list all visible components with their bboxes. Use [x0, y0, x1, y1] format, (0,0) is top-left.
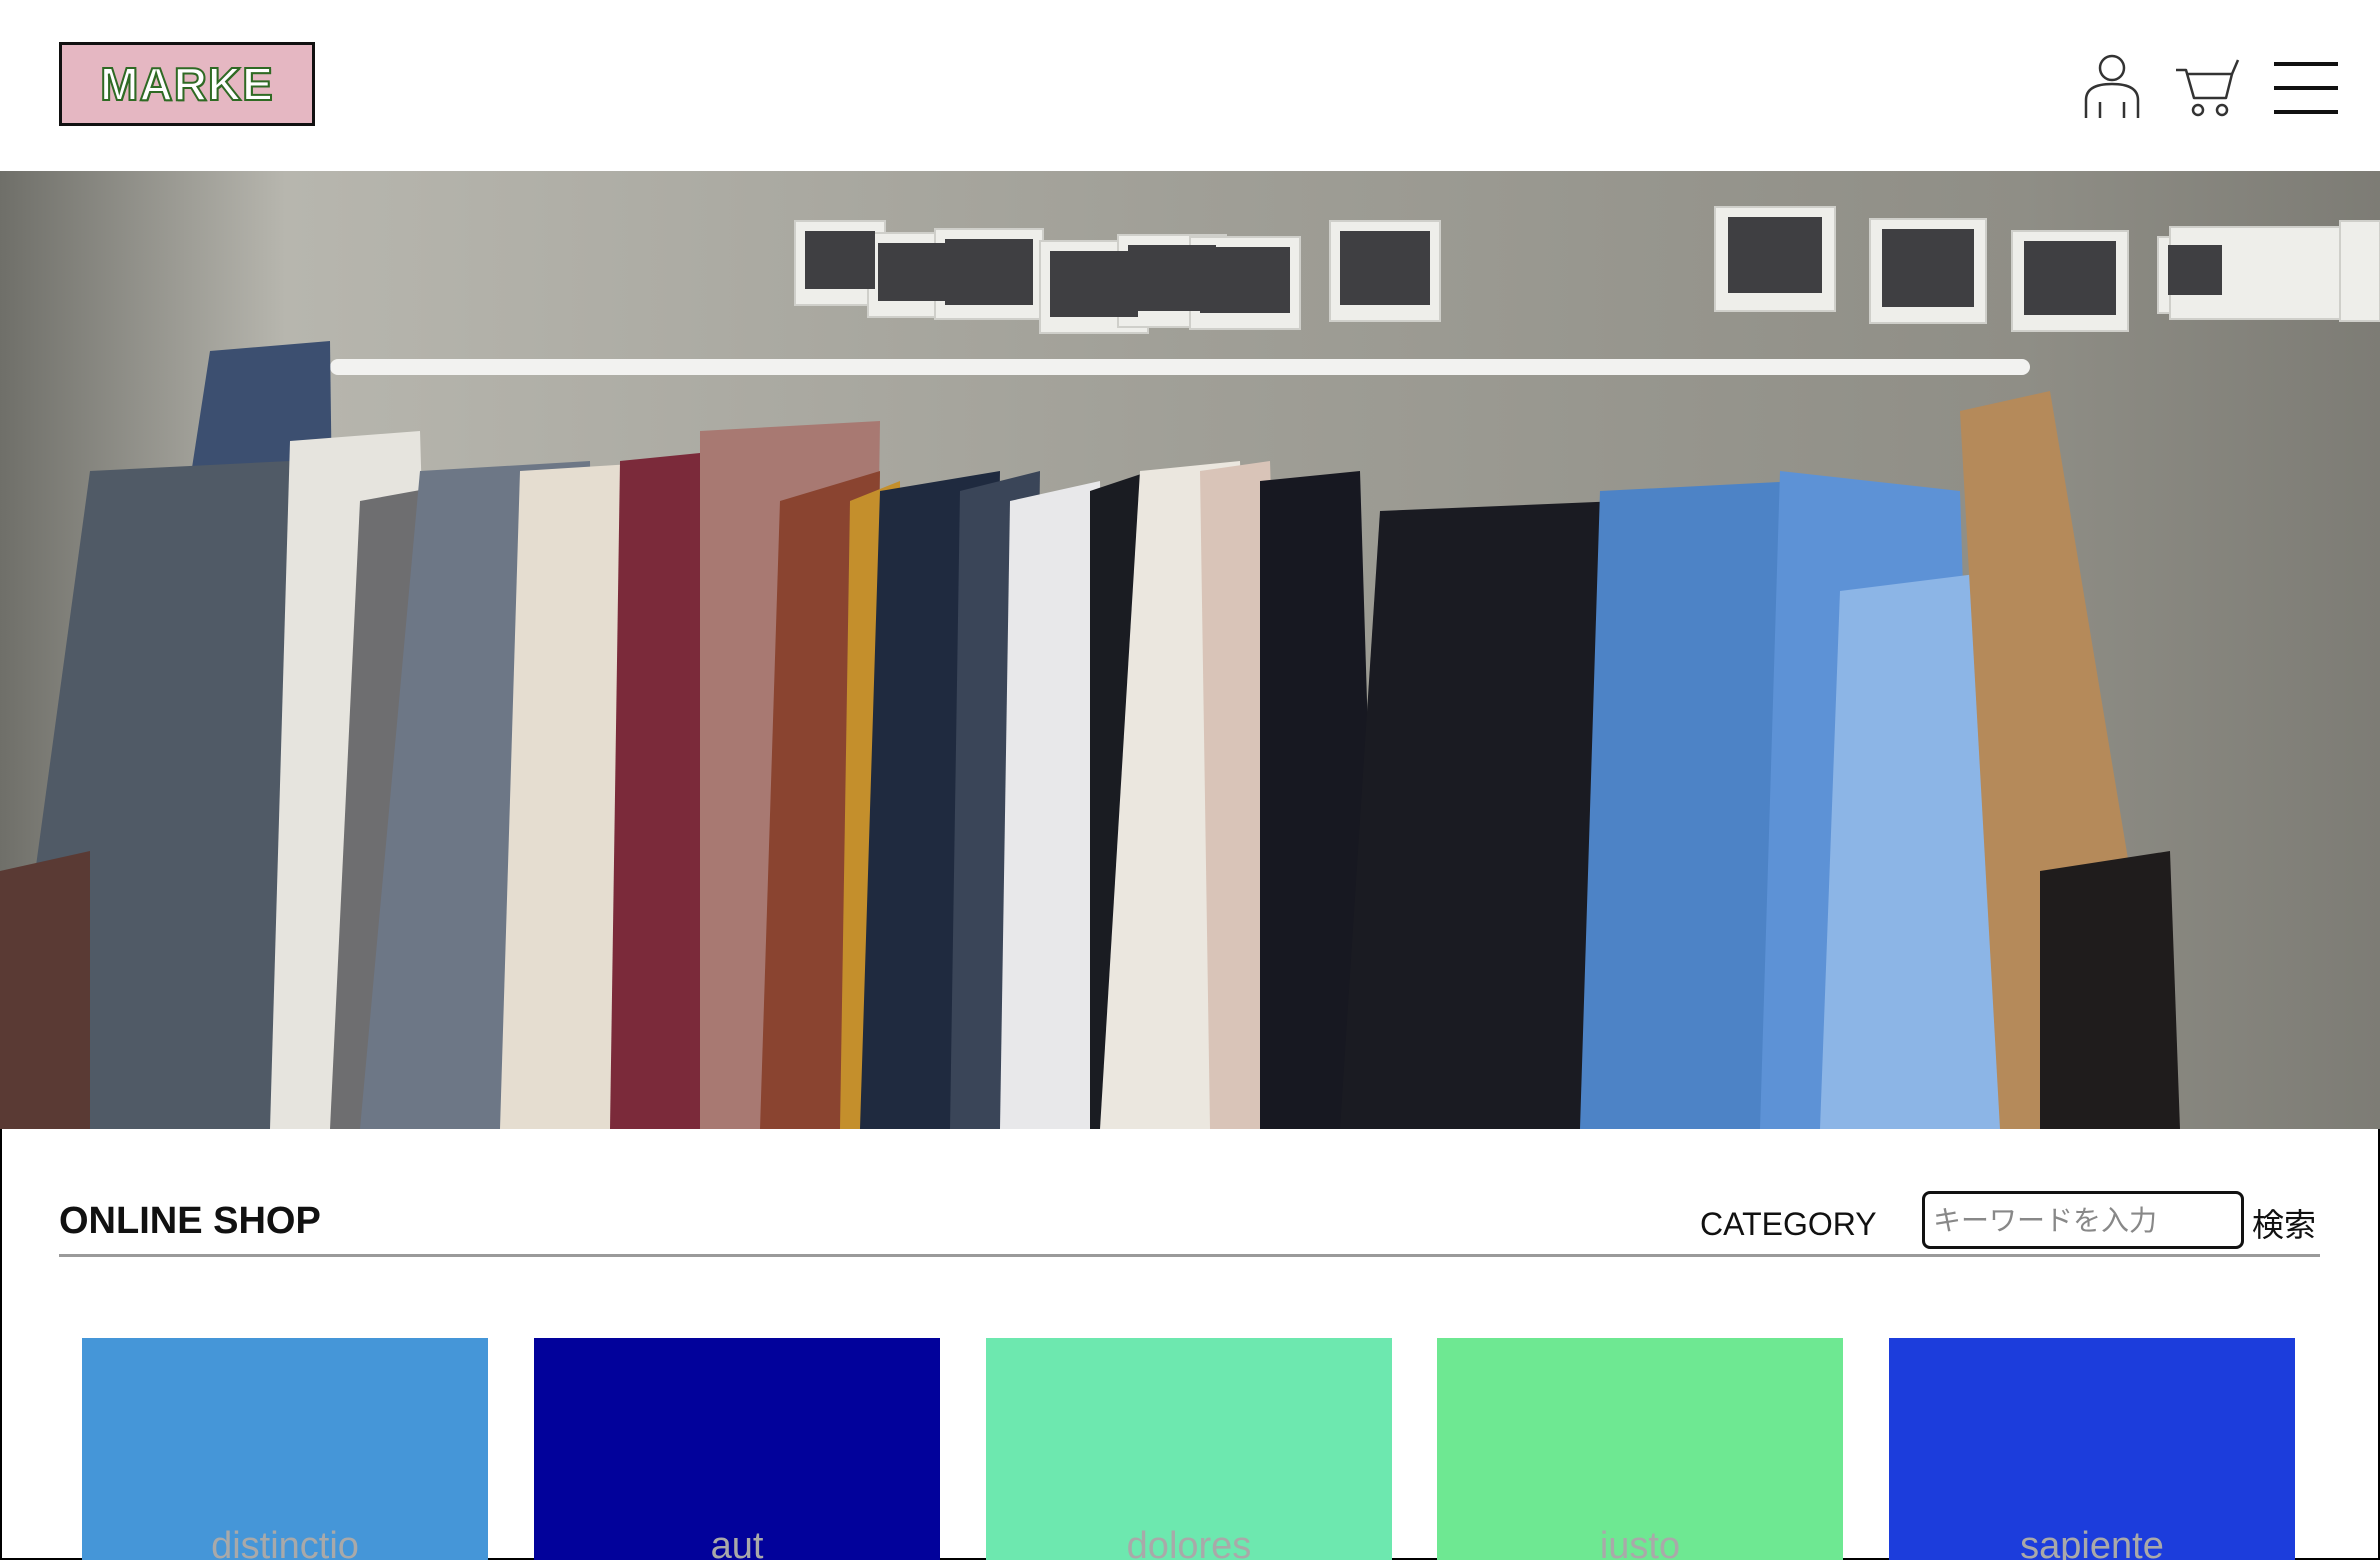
logo-text: MARKE [99, 57, 274, 111]
product-card[interactable]: distinctio [82, 1338, 488, 1560]
product-label: distinctio [211, 1525, 359, 1560]
section-divider [59, 1254, 2320, 1257]
site-header: MARKE [0, 0, 2380, 171]
product-label: dolores [1126, 1525, 1252, 1560]
hero-image [0, 171, 2380, 1129]
product-label: iusto [1599, 1525, 1681, 1560]
search-input[interactable] [1922, 1191, 2244, 1249]
shop-title: ONLINE SHOP [59, 1200, 321, 1242]
product-card[interactable]: aut [534, 1338, 940, 1560]
category-link[interactable]: CATEGORY [1700, 1206, 1877, 1243]
site-logo[interactable]: MARKE [59, 42, 315, 126]
product-card[interactable]: iusto [1437, 1338, 1843, 1560]
product-label: aut [710, 1525, 764, 1560]
user-icon[interactable] [2082, 52, 2142, 120]
product-card[interactable]: dolores [986, 1338, 1392, 1560]
product-card[interactable]: sapiente [1889, 1338, 2295, 1560]
product-grid: distinctio aut dolores iusto sapiente [82, 1338, 2296, 1560]
product-label: sapiente [2020, 1525, 2164, 1560]
cart-icon[interactable] [2174, 56, 2240, 118]
search-button[interactable]: 検索 [2252, 1200, 2316, 1246]
clothes-rack-photo [0, 171, 2380, 1129]
menu-icon[interactable] [2274, 60, 2338, 116]
